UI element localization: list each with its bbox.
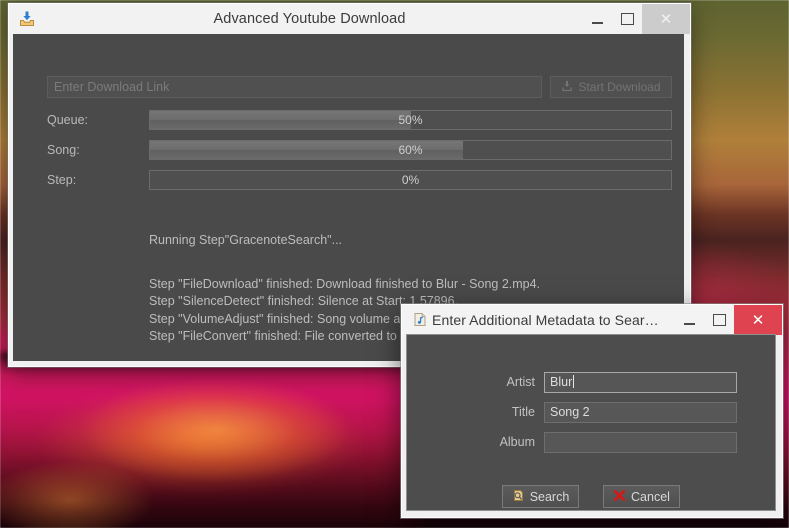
song-progress-bar: 60%: [149, 140, 672, 160]
main-window-controls: ✕: [582, 4, 690, 34]
download-icon: [561, 80, 573, 95]
download-link-input[interactable]: Enter Download Link: [47, 76, 542, 98]
metadata-dialog: Enter Additional Metadata to Sear… ✕ Art…: [401, 304, 783, 518]
step-progress-row: Step: 0%: [47, 170, 672, 190]
red-x-icon: [613, 489, 626, 505]
search-button[interactable]: Search: [502, 485, 579, 508]
dialog-maximize-button[interactable]: [704, 305, 734, 335]
log-line: Step "FileDownload" finished: Download f…: [149, 276, 541, 291]
dialog-close-button[interactable]: ✕: [734, 305, 782, 335]
step-progress-bar: 0%: [149, 170, 672, 190]
artist-field-row: Artist Blur: [407, 371, 775, 393]
main-window-titlebar[interactable]: Advanced Youtube Download ✕: [9, 4, 690, 34]
dialog-button-bar: Search Cancel: [407, 485, 775, 508]
step-progress-value: 0%: [401, 173, 420, 187]
artist-value: Blur: [550, 374, 573, 389]
cancel-button-label: Cancel: [631, 489, 670, 504]
title-label: Title: [511, 405, 535, 419]
start-download-label: Start Download: [578, 80, 661, 94]
queue-progress-value: 50%: [398, 113, 423, 127]
title-input[interactable]: Song 2: [544, 401, 737, 423]
search-page-icon: [512, 489, 525, 505]
close-button[interactable]: ✕: [642, 4, 690, 34]
download-inbox-icon: [18, 10, 36, 28]
queue-progress-label: Queue:: [47, 113, 89, 127]
maximize-button[interactable]: [612, 4, 642, 34]
music-document-icon: [411, 311, 429, 329]
song-progress-row: Song: 60%: [47, 140, 672, 160]
title-field-row: Title Song 2: [407, 401, 775, 423]
queue-progress-row: Queue: 50%: [47, 110, 672, 130]
album-label: Album: [499, 435, 535, 449]
download-link-row: Enter Download Link Start Download: [47, 76, 672, 98]
dialog-controls: ✕: [674, 305, 782, 335]
start-download-button[interactable]: Start Download: [550, 76, 672, 98]
song-progress-value: 60%: [398, 143, 423, 157]
queue-progress-bar: 50%: [149, 110, 672, 130]
dialog-titlebar[interactable]: Enter Additional Metadata to Sear… ✕: [402, 305, 782, 335]
cancel-button[interactable]: Cancel: [603, 485, 680, 508]
text-caret: [573, 374, 575, 388]
album-input[interactable]: [544, 431, 737, 453]
artist-label: Artist: [506, 375, 535, 389]
song-progress-label: Song:: [47, 143, 80, 157]
dialog-minimize-button[interactable]: [674, 305, 704, 335]
step-progress-label: Step:: [47, 173, 77, 187]
minimize-button[interactable]: [582, 4, 612, 34]
artist-input[interactable]: Blur: [544, 371, 737, 393]
search-button-label: Search: [529, 489, 570, 504]
album-field-row: Album: [407, 431, 775, 453]
dialog-content: Artist Blur Title Song 2 Album Search Ca…: [406, 334, 776, 511]
current-step-status: Running Step"GracenoteSearch"...: [149, 233, 343, 247]
